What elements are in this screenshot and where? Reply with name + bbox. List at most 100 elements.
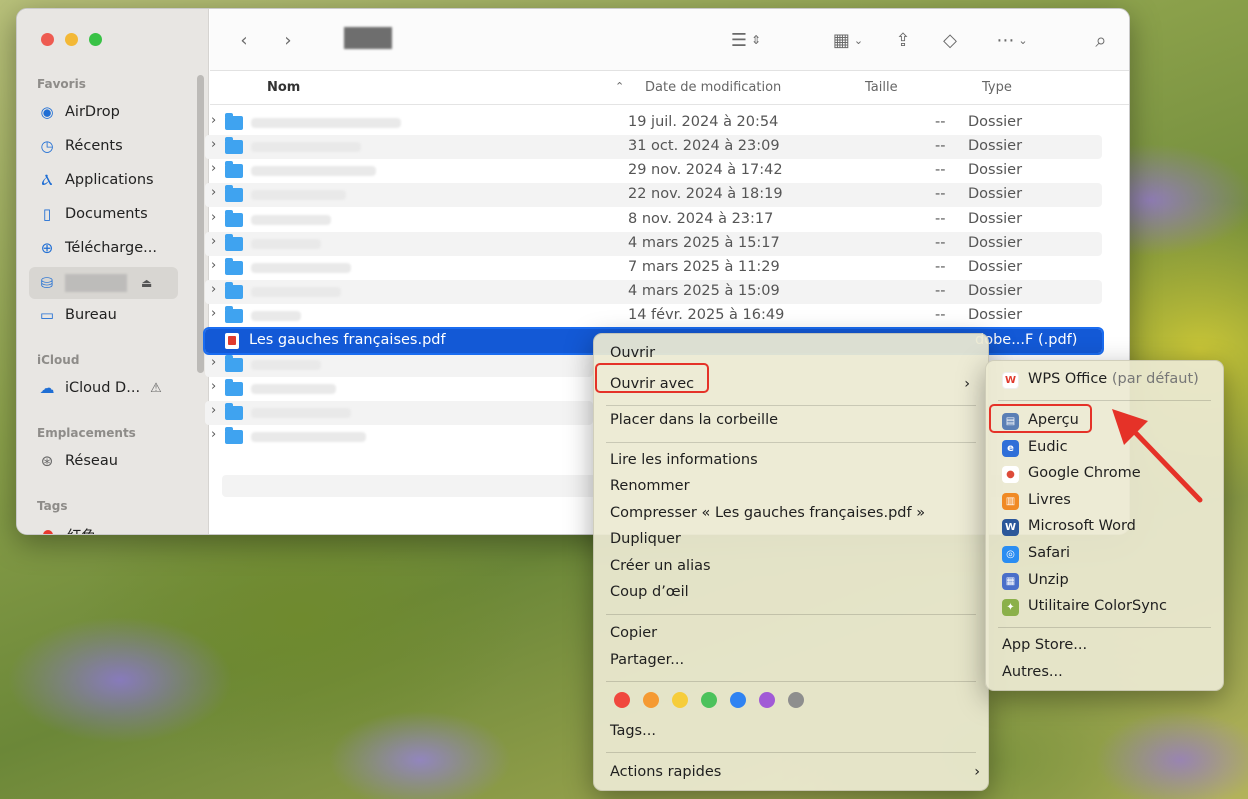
chevron-down-icon: ⌄	[853, 33, 864, 47]
table-row[interactable]: › 4 mars 2025 à 15:09 -- Dossier	[205, 280, 1102, 304]
tag-color-dot[interactable]	[730, 692, 746, 708]
more-actions-button[interactable]: ⋯ ⌄	[990, 25, 1034, 55]
disclosure-chevron-icon[interactable]: ›	[211, 113, 216, 128]
tag-color-dot[interactable]	[614, 692, 630, 708]
table-row[interactable]: ›	[205, 377, 593, 401]
column-size[interactable]: Taille	[865, 80, 898, 95]
menu-item-share[interactable]: Partager...	[610, 652, 684, 668]
table-row[interactable]: ›	[205, 353, 593, 377]
disclosure-chevron-icon[interactable]: ›	[211, 210, 216, 225]
context-menu: Ouvrir Ouvrir avec › Placer dans la corb…	[593, 333, 989, 791]
sidebar-scrollbar[interactable]	[197, 75, 204, 373]
menu-item-quick-actions[interactable]: Actions rapides ›	[610, 764, 980, 780]
eject-icon[interactable]: ⏏	[141, 276, 152, 290]
forward-button[interactable]: ›	[278, 25, 298, 55]
tag-button[interactable]: ◇	[936, 25, 964, 55]
disclosure-chevron-icon[interactable]: ›	[211, 258, 216, 273]
sidebar-item-documents[interactable]: ▯ Documents	[37, 200, 189, 228]
table-row[interactable]: › 19 juil. 2024 à 20:54 -- Dossier	[205, 111, 1102, 135]
sidebar-item-airdrop[interactable]: ◉ AirDrop	[37, 98, 189, 126]
group-button[interactable]: ▦ ⌄	[824, 25, 872, 55]
folder-icon	[225, 210, 243, 227]
submenu-item-app[interactable]: Safari	[1028, 545, 1070, 561]
cloud-icon: ☁	[39, 379, 55, 397]
chevron-updown-icon: ⇕	[751, 33, 762, 47]
sidebar-item-downloads[interactable]: ⊕ Télécharge...	[37, 234, 189, 262]
row-date: 22 nov. 2024 à 18:19	[628, 186, 783, 202]
column-name[interactable]: Nom	[267, 80, 300, 95]
submenu-item-app[interactable]: Unzip	[1028, 572, 1069, 588]
disclosure-chevron-icon[interactable]: ›	[211, 161, 216, 176]
sidebar-item-network[interactable]: ⊛ Réseau	[37, 447, 189, 475]
redacted-folder-name	[251, 118, 401, 128]
tag-color-dot[interactable]	[701, 692, 717, 708]
menu-item-get-info[interactable]: Lire les informations	[610, 452, 758, 468]
table-row[interactable]: › 22 nov. 2024 à 18:19 -- Dossier	[205, 183, 1102, 207]
table-row[interactable]: ›	[205, 401, 593, 425]
submenu-item-app[interactable]: Microsoft Word	[1028, 518, 1136, 534]
disclosure-chevron-icon[interactable]: ›	[211, 137, 216, 152]
menu-item-rename[interactable]: Renommer	[610, 478, 690, 494]
sidebar-item-desktop[interactable]: ▭ Bureau	[37, 301, 189, 329]
sidebar-item-label: Réseau	[65, 453, 118, 469]
folder-icon	[225, 355, 243, 372]
menu-item-compress[interactable]: Compresser « Les gauches françaises.pdf …	[610, 505, 925, 521]
disclosure-chevron-icon[interactable]: ›	[211, 185, 216, 200]
menu-item-alias[interactable]: Créer un alias	[610, 558, 711, 574]
tag-color-dot[interactable]	[788, 692, 804, 708]
disclosure-chevron-icon[interactable]: ›	[211, 403, 216, 418]
back-button[interactable]: ‹	[234, 25, 254, 55]
minimize-window-button[interactable]	[65, 33, 78, 46]
submenu-item-wps[interactable]: WPS Office (par défaut)	[1028, 371, 1199, 387]
tag-color-dot[interactable]	[672, 692, 688, 708]
disclosure-chevron-icon[interactable]: ›	[211, 306, 216, 321]
disclosure-chevron-icon[interactable]: ›	[211, 355, 216, 370]
disclosure-chevron-icon[interactable]: ›	[211, 282, 216, 297]
redacted-folder-name	[251, 166, 376, 176]
submenu-item-app[interactable]: Livres	[1028, 492, 1071, 508]
folder-icon	[225, 282, 243, 299]
share-button[interactable]: ⇪	[891, 25, 915, 55]
menu-item-copy[interactable]: Copier	[610, 625, 657, 641]
table-row[interactable]: › 7 mars 2025 à 11:29 -- Dossier	[205, 256, 1102, 280]
redacted-folder-name	[251, 432, 366, 442]
tag-color-dot[interactable]	[759, 692, 775, 708]
disclosure-chevron-icon[interactable]: ›	[211, 427, 216, 442]
redacted-drive-name	[65, 274, 127, 292]
search-button[interactable]: ⌕	[1088, 25, 1114, 55]
table-row[interactable]: › 4 mars 2025 à 15:17 -- Dossier	[205, 232, 1102, 256]
disclosure-chevron-icon[interactable]: ›	[211, 379, 216, 394]
sidebar-item-applications[interactable]: Ⲁ Applications	[37, 166, 189, 194]
table-row[interactable]: ›	[205, 425, 593, 449]
table-row[interactable]: › 14 févr. 2025 à 16:49 -- Dossier	[205, 304, 1102, 328]
sidebar-item-icloud-drive[interactable]: ☁ iCloud D... ⚠	[37, 374, 189, 402]
sidebar-item-tag-red[interactable]: 红色	[37, 521, 189, 534]
menu-item-tags[interactable]: Tags...	[610, 723, 656, 739]
pdf-file-icon	[225, 333, 239, 349]
column-type[interactable]: Type	[982, 80, 1012, 95]
menu-item-quicklook[interactable]: Coup d’œil	[610, 584, 689, 600]
sidebar-item-drive[interactable]: ⛁ ⏏	[29, 267, 178, 299]
desktop-icon: ▭	[39, 306, 55, 324]
table-row[interactable]: › 29 nov. 2024 à 17:42 -- Dossier	[205, 159, 1102, 183]
close-window-button[interactable]	[41, 33, 54, 46]
folder-icon	[225, 185, 243, 202]
submenu-item-app[interactable]: Utilitaire ColorSync	[1028, 598, 1167, 614]
menu-item-open[interactable]: Ouvrir	[610, 345, 655, 361]
zoom-window-button[interactable]	[89, 33, 102, 46]
row-size: --	[935, 259, 946, 275]
menu-item-trash[interactable]: Placer dans la corbeille	[610, 412, 778, 428]
submenu-item-app[interactable]: Eudic	[1028, 439, 1068, 455]
column-date[interactable]: Date de modification	[645, 80, 781, 95]
table-row[interactable]: › 31 oct. 2024 à 23:09 -- Dossier	[205, 135, 1102, 159]
menu-item-duplicate[interactable]: Dupliquer	[610, 531, 681, 547]
chevron-right-icon: ›	[284, 29, 292, 51]
sidebar-item-recents[interactable]: ◷ Récents	[37, 132, 189, 160]
table-row[interactable]: › 8 nov. 2024 à 23:17 -- Dossier	[205, 208, 1102, 232]
sidebar-section-favorites: Favoris	[37, 77, 86, 91]
submenu-item-others[interactable]: Autres...	[1002, 664, 1063, 680]
tag-color-dot[interactable]	[643, 692, 659, 708]
view-mode-button[interactable]: ☰ ⇕	[722, 25, 770, 55]
disclosure-chevron-icon[interactable]: ›	[211, 234, 216, 249]
submenu-item-app-store[interactable]: App Store...	[1002, 637, 1087, 653]
